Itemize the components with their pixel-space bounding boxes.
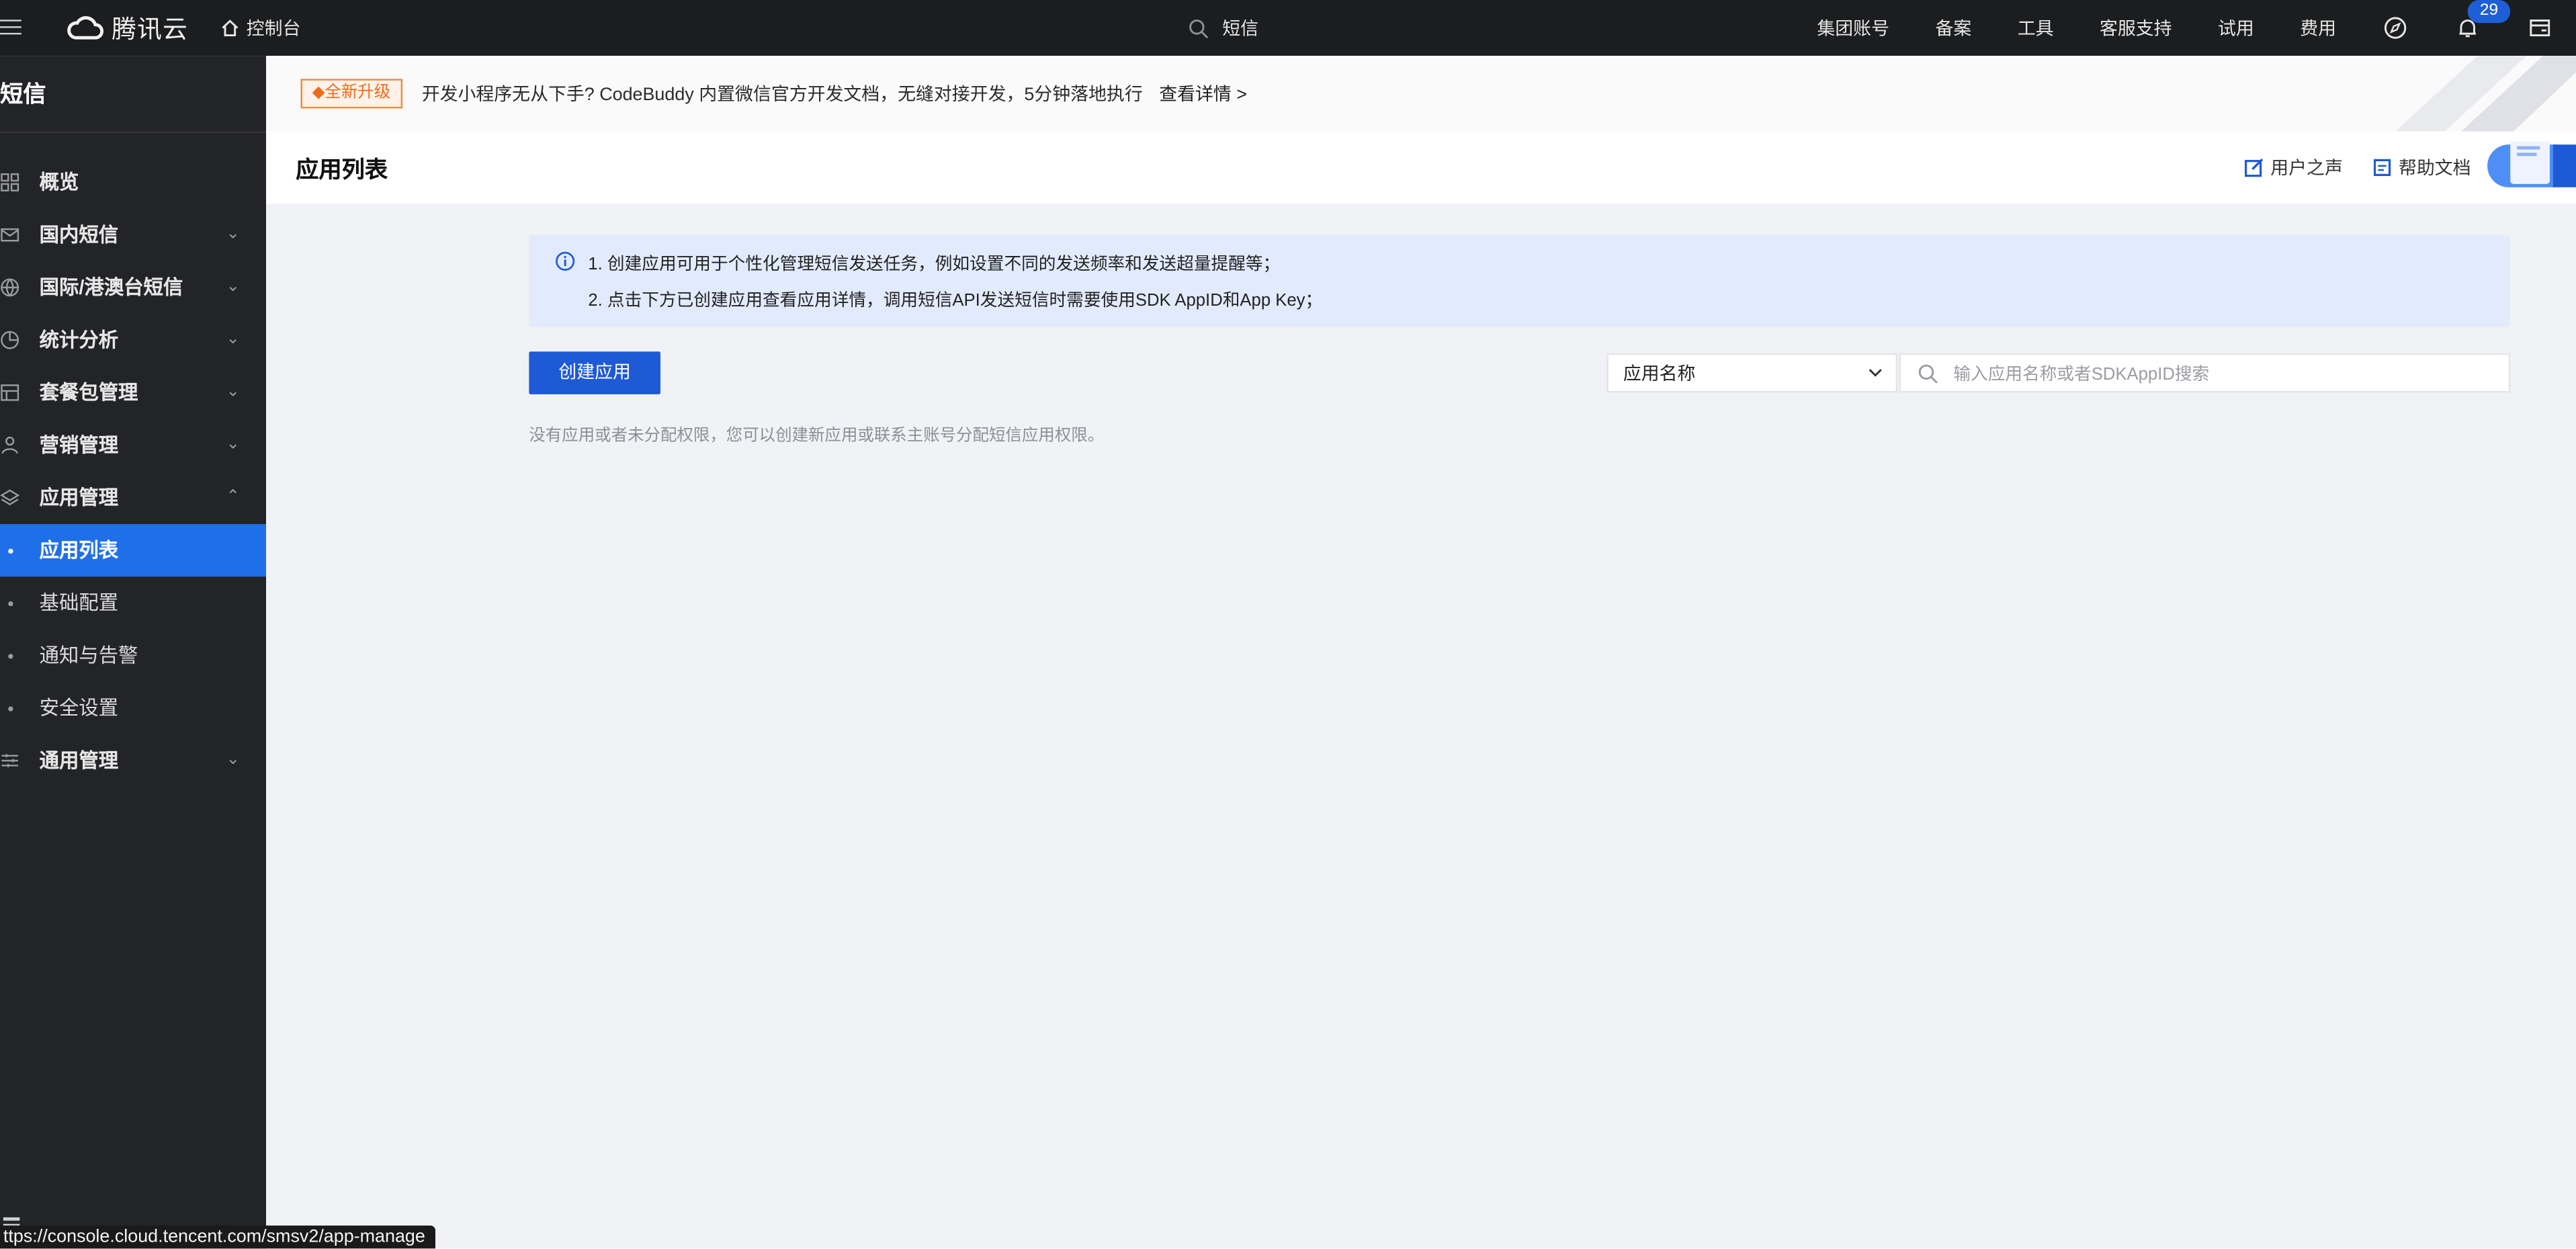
nav-group-account[interactable]: 集团账号	[1794, 15, 1912, 41]
bullet-dot	[8, 654, 13, 659]
bullet-dot	[8, 601, 13, 607]
nav-billing[interactable]: 费用	[2277, 15, 2359, 41]
help-docs-link[interactable]: 帮助文档	[2372, 155, 2471, 181]
sidebar-item-label: 应用管理	[39, 486, 119, 510]
top-nav-links: 集团账号 备案 工具 客服支持 试用 费用 29	[1794, 0, 2576, 56]
compass-button[interactable]	[2359, 0, 2432, 56]
bullet-dot	[8, 548, 13, 554]
sidebar-item-label: 营销管理	[39, 433, 119, 457]
cloud-logo-icon	[67, 16, 104, 40]
sidebar-item-label: 应用列表	[39, 539, 119, 562]
brand-logo[interactable]: 腾讯云	[66, 8, 188, 48]
sidebar-item-statistics[interactable]: 统计分析 ⌄	[0, 314, 266, 366]
search-icon	[1189, 18, 1209, 38]
edit-icon	[2244, 158, 2264, 177]
top-navigation-bar: 腾讯云 控制台 短信 集团账号 备案 工具 客服支持 试用 费用 29	[0, 0, 2576, 56]
inbox-button[interactable]	[2503, 0, 2576, 56]
sidebar-subitem-app-list[interactable]: 应用列表	[0, 524, 267, 577]
banner-decoration	[2395, 56, 2576, 132]
info-notice: 1. 创建应用可用于个性化管理短信发送任务，例如设置不同的发送频率和发送超量提醒…	[529, 234, 2511, 327]
console-label: 控制台	[246, 19, 301, 40]
chevron-down-icon: ⌄	[226, 750, 240, 769]
globe-icon	[1, 278, 19, 297]
sidebar-title: 短信	[0, 56, 267, 134]
inbox-icon	[2530, 19, 2550, 37]
banner-details-link[interactable]: 查看详情 >	[1159, 81, 1247, 107]
console-link[interactable]: 控制台	[220, 10, 301, 46]
sidebar-item-label: 国际/港澳台短信	[39, 275, 183, 300]
assistant-widget-icon[interactable]	[2487, 141, 2576, 190]
info-line-2: 2. 点击下方已创建应用查看应用详情，调用短信API发送短信时需要使用SDK A…	[588, 290, 1323, 311]
chevron-down-icon: ⌄	[226, 435, 240, 454]
page-title: 应用列表	[296, 156, 388, 183]
nav-trial[interactable]: 试用	[2195, 15, 2277, 41]
sidebar-subitem-basic-config[interactable]: 基础配置	[0, 576, 266, 629]
filter-field-select[interactable]: 应用名称	[1606, 353, 1898, 393]
sidebar-menu: 概览 国内短信 ⌄ 国际/港澳台短信 ⌄ 统计分析 ⌄ 套餐包管理 ⌄ 营销管理…	[0, 156, 267, 787]
sidebar-subitem-security[interactable]: 安全设置	[0, 682, 266, 734]
chevron-down-icon	[1869, 369, 1882, 377]
app-search-field	[1899, 353, 2511, 393]
user-feedback-label: 用户之声	[2270, 159, 2343, 179]
filter-field-value: 应用名称	[1623, 364, 1696, 385]
home-icon	[222, 19, 239, 37]
package-icon	[1, 384, 19, 401]
promo-banner: ◆全新升级 开发小程序无从下手? CodeBuddy 内置微信官方开发文档，无缝…	[266, 56, 2576, 132]
page-header: 应用列表 用户之声 帮助文档	[266, 131, 2576, 206]
create-app-button[interactable]: 创建应用	[529, 351, 660, 394]
user-feedback-link[interactable]: 用户之声	[2244, 155, 2343, 181]
mail-icon	[1, 228, 19, 242]
sliders-icon	[1, 754, 18, 767]
banner-text: 开发小程序无从下手? CodeBuddy 内置微信官方开发文档，无缝对接开发，5…	[421, 85, 1143, 105]
global-search[interactable]: 短信	[1174, 0, 1779, 56]
menu-icon[interactable]	[0, 15, 23, 38]
app-search-input[interactable]	[1950, 358, 2499, 391]
sidebar-item-label: 通知与告警	[39, 644, 138, 667]
chevron-down-icon: ⌄	[226, 382, 240, 401]
sidebar-item-label: 国内短信	[39, 223, 119, 247]
search-icon	[1918, 364, 1938, 384]
grid-icon	[1, 173, 19, 191]
chevron-down-icon: ⌄	[226, 224, 240, 243]
sidebar-item-label: 统计分析	[39, 329, 119, 352]
layers-icon	[0, 489, 20, 506]
info-icon	[556, 251, 575, 271]
upgrade-tag: ◆全新升级	[300, 79, 402, 109]
sidebar-item-overview[interactable]: 概览	[0, 156, 266, 208]
chevron-down-icon: ⌄	[226, 330, 240, 349]
pie-chart-icon	[1, 331, 19, 349]
nav-tools[interactable]: 工具	[1994, 15, 2076, 41]
sidebar-item-label: 基础配置	[39, 591, 119, 615]
notification-button[interactable]: 29	[2432, 0, 2511, 56]
bullet-dot	[8, 706, 13, 712]
status-bar-url: ttps://console.cloud.tencent.com/smsv2/a…	[0, 1225, 435, 1249]
sidebar-item-packages[interactable]: 套餐包管理 ⌄	[0, 366, 266, 419]
user-group-icon	[1, 436, 18, 454]
sidebar-item-app-management[interactable]: 应用管理 ⌃	[0, 472, 266, 524]
brand-name: 腾讯云	[112, 15, 189, 44]
sidebar-item-label: 概览	[39, 171, 79, 194]
header-actions: 用户之声 帮助文档	[2244, 155, 2471, 181]
sidebar-item-marketing[interactable]: 营销管理 ⌄	[0, 419, 266, 472]
nav-icp-filing[interactable]: 备案	[1912, 15, 1994, 41]
sidebar-item-general-management[interactable]: 通用管理 ⌄	[0, 734, 266, 787]
sidebar-subitem-notifications[interactable]: 通知与告警	[0, 630, 266, 682]
sidebar-item-label: 通用管理	[39, 749, 119, 773]
sidebar-item-label: 套餐包管理	[39, 381, 138, 404]
sidebar-item-international-sms[interactable]: 国际/港澳台短信 ⌄	[0, 261, 266, 314]
chevron-down-icon: ⌄	[226, 277, 240, 296]
chevron-up-icon: ⌃	[226, 488, 240, 507]
help-docs-label: 帮助文档	[2398, 159, 2471, 179]
sidebar-item-domestic-sms[interactable]: 国内短信 ⌄	[0, 209, 266, 261]
nav-support[interactable]: 客服支持	[2077, 15, 2195, 41]
console-window: 腾讯云 控制台 短信 集团账号 备案 工具 客服支持 试用 费用 29 短信 概…	[0, 0, 2576, 1249]
empty-state-message: 没有应用或者未分配权限，您可以创建新应用或联系主账号分配短信应用权限。	[529, 427, 1105, 445]
main-content: ◆全新升级 开发小程序无从下手? CodeBuddy 内置微信官方开发文档，无缝…	[266, 56, 2576, 1249]
sidebar-item-label: 安全设置	[39, 696, 119, 720]
compass-icon	[2384, 17, 2407, 39]
sidebar: 短信 概览 国内短信 ⌄ 国际/港澳台短信 ⌄ 统计分析 ⌄ 套餐包管理 ⌄ 营…	[0, 56, 267, 1249]
info-line-1: 1. 创建应用可用于个性化管理短信发送任务，例如设置不同的发送频率和发送超量提醒…	[588, 255, 1281, 275]
global-search-value: 短信	[1222, 19, 1259, 40]
document-icon	[2373, 159, 2391, 177]
